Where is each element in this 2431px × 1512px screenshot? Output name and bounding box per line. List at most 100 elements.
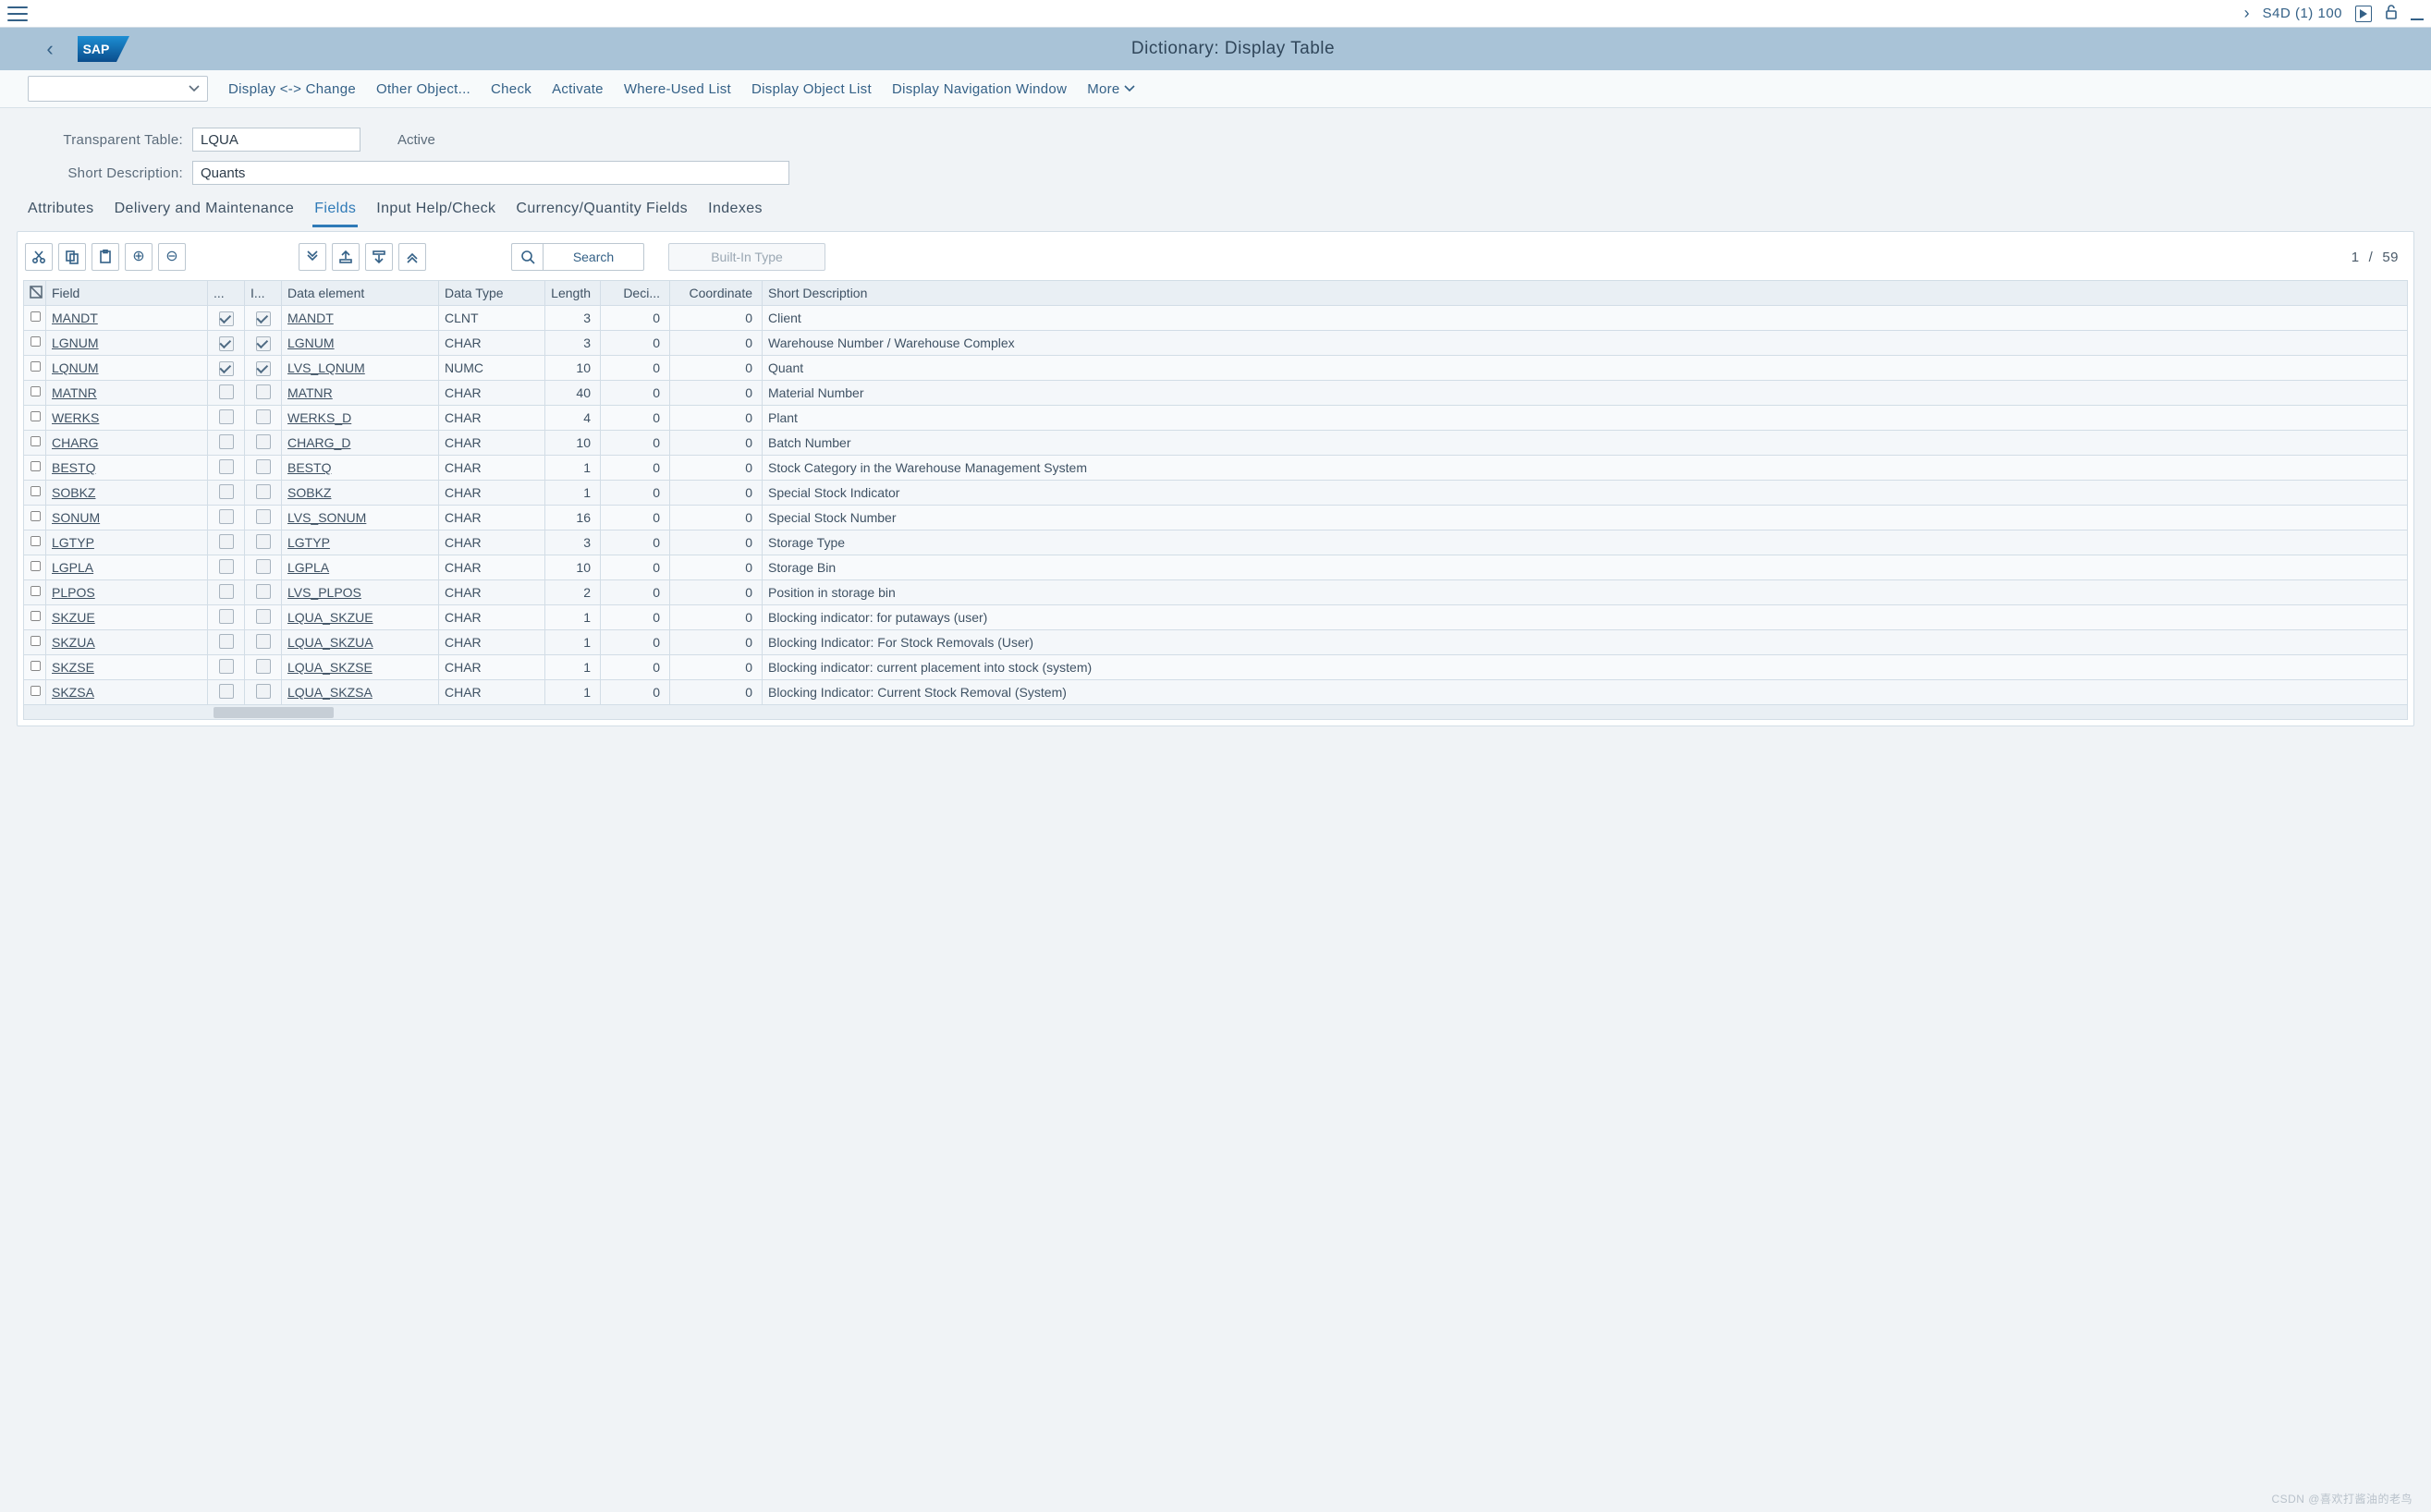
more-button[interactable]: More xyxy=(1087,81,1134,97)
table-row[interactable]: BESTQBESTQCHAR100Stock Category in the W… xyxy=(24,456,2408,481)
col-init[interactable]: I... xyxy=(245,281,282,306)
cell-key[interactable] xyxy=(208,555,245,580)
cut-icon[interactable] xyxy=(25,243,53,271)
cell-data-element[interactable]: BESTQ xyxy=(282,456,439,481)
cell-init[interactable] xyxy=(245,680,282,705)
cell-init[interactable] xyxy=(245,630,282,655)
cell-field[interactable]: SKZSE xyxy=(46,655,208,680)
activate-button[interactable]: Activate xyxy=(552,81,604,97)
cell-field[interactable]: LGNUM xyxy=(46,331,208,356)
table-row[interactable]: MATNRMATNRCHAR4000Material Number xyxy=(24,381,2408,406)
cell-key[interactable] xyxy=(208,655,245,680)
row-selector[interactable] xyxy=(24,331,46,356)
cell-field[interactable]: SONUM xyxy=(46,506,208,530)
cell-field[interactable]: MATNR xyxy=(46,381,208,406)
expand-all-icon[interactable] xyxy=(299,243,326,271)
cell-init[interactable] xyxy=(245,605,282,630)
tab-delivery[interactable]: Delivery and Maintenance xyxy=(113,201,297,227)
remove-include-icon[interactable] xyxy=(365,243,393,271)
command-combo[interactable] xyxy=(28,76,208,102)
row-selector[interactable] xyxy=(24,630,46,655)
copy-icon[interactable] xyxy=(58,243,86,271)
cell-init[interactable] xyxy=(245,306,282,331)
cell-field[interactable]: CHARG xyxy=(46,431,208,456)
cell-data-element[interactable]: LVS_SONUM xyxy=(282,506,439,530)
tab-attributes[interactable]: Attributes xyxy=(26,201,96,227)
paste-icon[interactable] xyxy=(92,243,119,271)
row-selector[interactable] xyxy=(24,605,46,630)
col-select[interactable] xyxy=(24,281,46,306)
cell-data-element[interactable]: MANDT xyxy=(282,306,439,331)
tab-input-help[interactable]: Input Help/Check xyxy=(374,201,497,227)
cell-key[interactable] xyxy=(208,406,245,431)
col-data-type[interactable]: Data Type xyxy=(439,281,545,306)
cell-init[interactable] xyxy=(245,381,282,406)
cell-data-element[interactable]: LGNUM xyxy=(282,331,439,356)
cell-key[interactable] xyxy=(208,630,245,655)
cell-key[interactable] xyxy=(208,530,245,555)
display-nav-window-button[interactable]: Display Navigation Window xyxy=(892,81,1067,97)
cell-field[interactable]: SKZUE xyxy=(46,605,208,630)
display-object-list-button[interactable]: Display Object List xyxy=(751,81,872,97)
insert-include-icon[interactable] xyxy=(332,243,360,271)
row-selector[interactable] xyxy=(24,655,46,680)
cell-init[interactable] xyxy=(245,356,282,381)
cell-data-element[interactable]: SOBKZ xyxy=(282,481,439,506)
col-length[interactable]: Length xyxy=(545,281,601,306)
cell-init[interactable] xyxy=(245,331,282,356)
row-selector[interactable] xyxy=(24,481,46,506)
search-button[interactable]: Search xyxy=(543,243,644,271)
continue-icon[interactable]: › xyxy=(2244,4,2250,23)
col-key[interactable]: ... xyxy=(208,281,245,306)
row-selector[interactable] xyxy=(24,406,46,431)
cell-data-element[interactable]: LVS_LQNUM xyxy=(282,356,439,381)
cell-field[interactable]: SKZUA xyxy=(46,630,208,655)
tab-indexes[interactable]: Indexes xyxy=(706,201,764,227)
cell-key[interactable] xyxy=(208,605,245,630)
cell-key[interactable] xyxy=(208,680,245,705)
cell-key[interactable] xyxy=(208,356,245,381)
hamburger-icon[interactable] xyxy=(7,6,28,21)
table-row[interactable]: CHARGCHARG_DCHAR1000Batch Number xyxy=(24,431,2408,456)
cell-data-element[interactable]: LQUA_SKZUE xyxy=(282,605,439,630)
search-icon[interactable] xyxy=(511,243,543,271)
description-field[interactable]: Quants xyxy=(192,161,789,185)
cell-field[interactable]: BESTQ xyxy=(46,456,208,481)
cell-data-element[interactable]: CHARG_D xyxy=(282,431,439,456)
col-field[interactable]: Field xyxy=(46,281,208,306)
cell-field[interactable]: WERKS xyxy=(46,406,208,431)
cell-key[interactable] xyxy=(208,580,245,605)
other-object-button[interactable]: Other Object... xyxy=(376,81,470,97)
insert-row-icon[interactable]: ⊕ xyxy=(125,243,153,271)
cell-data-element[interactable]: LQUA_SKZSE xyxy=(282,655,439,680)
cell-field[interactable]: LGPLA xyxy=(46,555,208,580)
cell-init[interactable] xyxy=(245,530,282,555)
cell-init[interactable] xyxy=(245,406,282,431)
cell-field[interactable]: LQNUM xyxy=(46,356,208,381)
row-selector[interactable] xyxy=(24,680,46,705)
horizontal-scrollbar[interactable] xyxy=(23,705,2408,720)
cell-key[interactable] xyxy=(208,331,245,356)
cell-data-element[interactable]: WERKS_D xyxy=(282,406,439,431)
table-name-field[interactable]: LQUA xyxy=(192,128,360,152)
cell-key[interactable] xyxy=(208,431,245,456)
table-row[interactable]: PLPOSLVS_PLPOSCHAR200Position in storage… xyxy=(24,580,2408,605)
tab-currency[interactable]: Currency/Quantity Fields xyxy=(514,201,690,227)
table-row[interactable]: SONUMLVS_SONUMCHAR1600Special Stock Numb… xyxy=(24,506,2408,530)
col-decimals[interactable]: Deci... xyxy=(601,281,670,306)
cell-data-element[interactable]: MATNR xyxy=(282,381,439,406)
table-row[interactable]: SKZUALQUA_SKZUACHAR100Blocking Indicator… xyxy=(24,630,2408,655)
tab-fields[interactable]: Fields xyxy=(312,201,358,227)
cell-key[interactable] xyxy=(208,506,245,530)
cell-init[interactable] xyxy=(245,456,282,481)
check-button[interactable]: Check xyxy=(491,81,531,97)
table-row[interactable]: SKZSALQUA_SKZSACHAR100Blocking Indicator… xyxy=(24,680,2408,705)
cell-data-element[interactable]: LVS_PLPOS xyxy=(282,580,439,605)
cell-key[interactable] xyxy=(208,481,245,506)
col-data-element[interactable]: Data element xyxy=(282,281,439,306)
collapse-all-icon[interactable] xyxy=(398,243,426,271)
scrollbar-thumb[interactable] xyxy=(214,707,334,718)
table-row[interactable]: LQNUMLVS_LQNUMNUMC1000Quant xyxy=(24,356,2408,381)
row-selector[interactable] xyxy=(24,530,46,555)
row-selector[interactable] xyxy=(24,555,46,580)
